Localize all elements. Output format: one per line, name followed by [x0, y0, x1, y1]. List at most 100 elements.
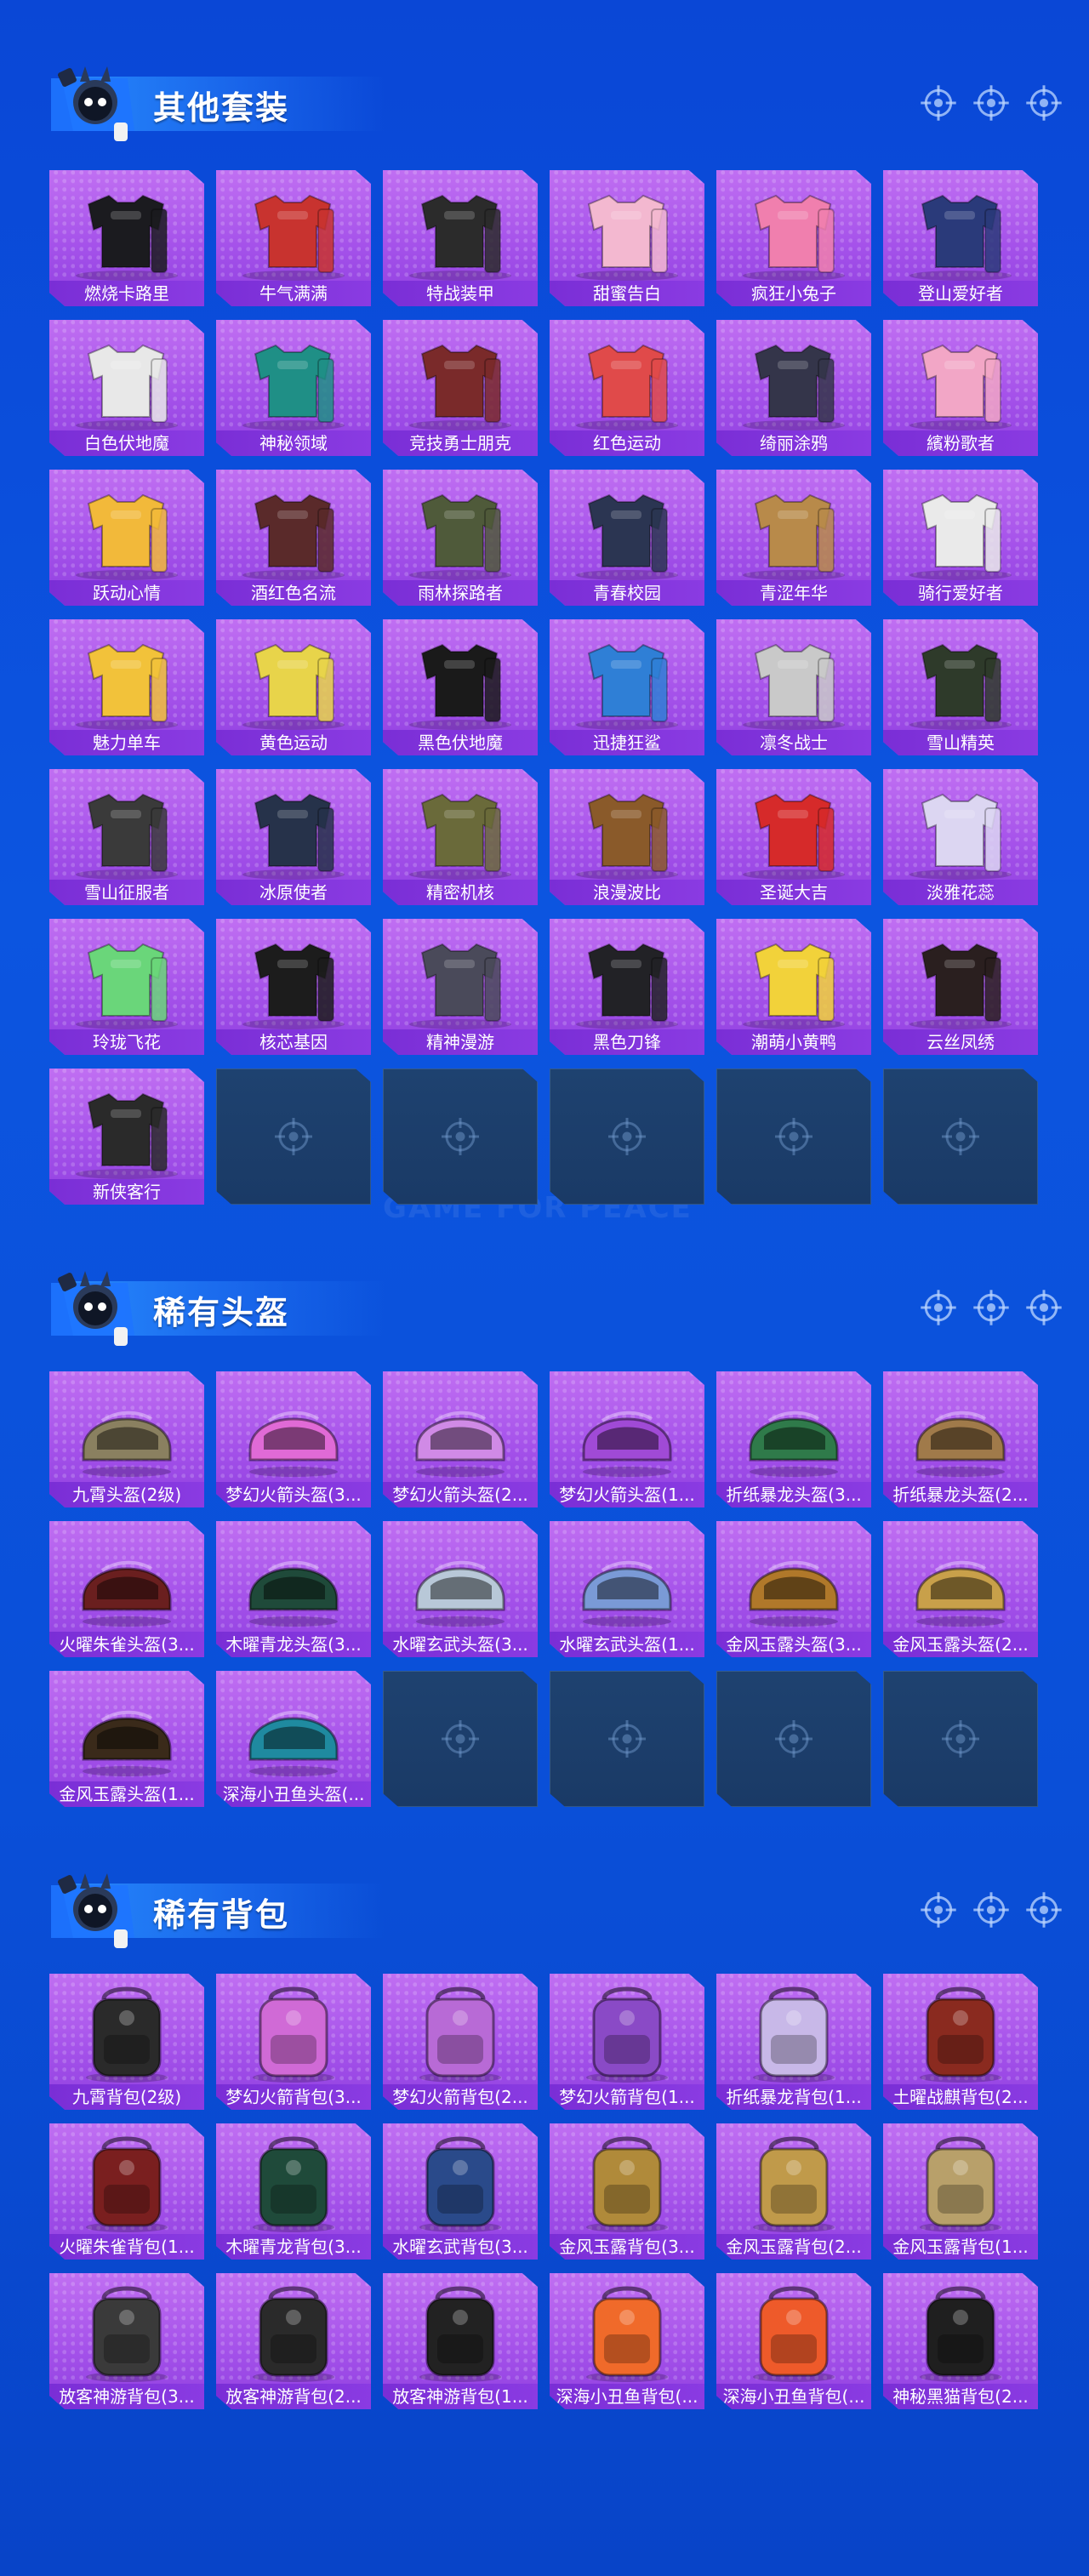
crosshair-icon: [921, 85, 956, 121]
empty-slot: [883, 1671, 1038, 1807]
item-card[interactable]: 梦幻火箭头盔(3...: [216, 1371, 371, 1507]
item-card[interactable]: 绮丽涂鸦: [716, 320, 871, 456]
item-card[interactable]: 特战装甲: [383, 170, 538, 306]
item-card[interactable]: 精神漫游: [383, 919, 538, 1055]
item-card[interactable]: 梦幻火箭头盔(1...: [550, 1371, 704, 1507]
item-card[interactable]: 牛气满满: [216, 170, 371, 306]
outfit-icon: [743, 194, 845, 281]
item-card[interactable]: 水曜玄武头盔(3...: [383, 1521, 538, 1657]
item-label: 折纸暴龙头盔(2...: [883, 1482, 1038, 1507]
item-card[interactable]: 凛冬战士: [716, 619, 871, 755]
mascot-icon: [51, 66, 134, 141]
item-label: 梦幻火箭头盔(1...: [550, 1482, 704, 1507]
item-card[interactable]: 金风玉露头盔(3...: [716, 1521, 871, 1657]
item-card[interactable]: 九霄背包(2级): [49, 1974, 204, 2110]
item-card[interactable]: 折纸暴龙背包(1...: [716, 1974, 871, 2110]
item-card[interactable]: 跃动心情: [49, 470, 204, 606]
item-card[interactable]: 金风玉露背包(2...: [716, 2123, 871, 2260]
section-header: 稀有背包: [26, 1860, 1063, 1953]
item-label: 梦幻火箭头盔(3...: [216, 1482, 371, 1507]
item-card[interactable]: 金风玉露背包(3...: [550, 2123, 704, 2260]
item-card[interactable]: 燃烧卡路里: [49, 170, 204, 306]
item-card[interactable]: 青春校园: [550, 470, 704, 606]
item-card[interactable]: 梦幻火箭背包(3...: [216, 1974, 371, 2110]
item-card[interactable]: 红色运动: [550, 320, 704, 456]
item-card[interactable]: 黑色刀锋: [550, 919, 704, 1055]
item-card[interactable]: 金风玉露头盔(2...: [883, 1521, 1038, 1657]
item-card[interactable]: 水曜玄武背包(3...: [383, 2123, 538, 2260]
outfit-icon: [743, 493, 845, 580]
item-card[interactable]: 骑行爱好者: [883, 470, 1038, 606]
item-label: 黄色运动: [216, 730, 371, 755]
outfit-icon: [909, 194, 1012, 281]
item-card[interactable]: 潮萌小黄鸭: [716, 919, 871, 1055]
item-card[interactable]: 雪山征服者: [49, 769, 204, 905]
item-card[interactable]: 金风玉露背包(1...: [883, 2123, 1038, 2260]
item-card[interactable]: 淡雅花蕊: [883, 769, 1038, 905]
item-label: 潮萌小黄鸭: [716, 1029, 871, 1055]
item-label: 燃烧卡路里: [49, 281, 204, 306]
item-card[interactable]: 梦幻火箭头盔(2...: [383, 1371, 538, 1507]
item-card[interactable]: 魅力单车: [49, 619, 204, 755]
item-card[interactable]: 放客神游背包(2...: [216, 2273, 371, 2409]
item-card[interactable]: 新侠客行: [49, 1069, 204, 1205]
item-card[interactable]: 疯狂小兔子: [716, 170, 871, 306]
item-card[interactable]: 云丝凤绣: [883, 919, 1038, 1055]
item-card[interactable]: 繽粉歌者: [883, 320, 1038, 456]
crosshair-icon: [921, 1892, 956, 1928]
backpack-icon: [920, 1986, 1001, 2083]
backpack-icon: [586, 2136, 668, 2232]
item-card[interactable]: 金风玉露头盔(1...: [49, 1671, 204, 1807]
item-card[interactable]: 深海小丑鱼头盔(...: [216, 1671, 371, 1807]
helmet-icon: [82, 1411, 172, 1477]
item-card[interactable]: 竞技勇士朋克: [383, 320, 538, 456]
item-label: 金风玉露背包(2...: [716, 2234, 871, 2260]
item-card[interactable]: 甜蜜告白: [550, 170, 704, 306]
item-card[interactable]: 登山爱好者: [883, 170, 1038, 306]
item-card[interactable]: 土曜战麒背包(2...: [883, 1974, 1038, 2110]
item-label: 骑行爱好者: [883, 580, 1038, 606]
item-card[interactable]: 圣诞大吉: [716, 769, 871, 905]
helmet-icon: [248, 1710, 339, 1776]
item-card[interactable]: 黄色运动: [216, 619, 371, 755]
item-card[interactable]: 木曜青龙头盔(3...: [216, 1521, 371, 1657]
helmet-icon: [82, 1710, 172, 1776]
item-card[interactable]: 冰原使者: [216, 769, 371, 905]
item-grid: 九霄头盔(2级) 梦幻火箭头盔(3... 梦幻火箭头盔(2... 梦幻火箭头盔(1..…: [49, 1371, 1038, 1807]
backpack-icon: [253, 2136, 334, 2232]
item-card[interactable]: 青涩年华: [716, 470, 871, 606]
item-card[interactable]: 折纸暴龙头盔(2...: [883, 1371, 1038, 1507]
item-card[interactable]: 核芯基因: [216, 919, 371, 1055]
crosshair-icon: [1026, 1290, 1062, 1325]
item-card[interactable]: 梦幻火箭背包(1...: [550, 1974, 704, 2110]
item-card[interactable]: 放客神游背包(3...: [49, 2273, 204, 2409]
crosshair-icon: [1026, 85, 1062, 121]
item-label: 玲珑飞花: [49, 1029, 204, 1055]
item-label: 雪山征服者: [49, 880, 204, 905]
item-card[interactable]: 折纸暴龙头盔(3...: [716, 1371, 871, 1507]
item-card[interactable]: 浪漫波比: [550, 769, 704, 905]
item-card[interactable]: 火曜朱雀背包(1...: [49, 2123, 204, 2260]
item-card[interactable]: 梦幻火箭背包(2...: [383, 1974, 538, 2110]
item-card[interactable]: 玲珑飞花: [49, 919, 204, 1055]
item-card[interactable]: 雪山精英: [883, 619, 1038, 755]
item-card[interactable]: 神秘领域: [216, 320, 371, 456]
item-card[interactable]: 雨林探路者: [383, 470, 538, 606]
item-card[interactable]: 白色伏地魔: [49, 320, 204, 456]
backpack-icon: [253, 1986, 334, 2083]
item-card[interactable]: 深海小丑鱼背包(...: [550, 2273, 704, 2409]
item-card[interactable]: 精密机核: [383, 769, 538, 905]
item-card[interactable]: 深海小丑鱼背包(...: [716, 2273, 871, 2409]
item-grid: 九霄背包(2级) 梦幻火箭背包(3... 梦幻火箭背包(2... 梦幻火箭背包(1..…: [49, 1974, 1038, 2409]
item-card[interactable]: 神秘黑猫背包(2...: [883, 2273, 1038, 2409]
item-card[interactable]: 木曜青龙背包(3...: [216, 2123, 371, 2260]
item-card[interactable]: 火曜朱雀头盔(3...: [49, 1521, 204, 1657]
item-card[interactable]: 放客神游背包(1...: [383, 2273, 538, 2409]
section-title: 其他套装: [153, 89, 290, 127]
item-card[interactable]: 黑色伏地魔: [383, 619, 538, 755]
item-card[interactable]: 酒红色名流: [216, 470, 371, 606]
header-target-icons: [919, 1890, 1063, 1929]
item-card[interactable]: 九霄头盔(2级): [49, 1371, 204, 1507]
item-card[interactable]: 水曜玄武头盔(1...: [550, 1521, 704, 1657]
item-card[interactable]: 迅捷狂鲨: [550, 619, 704, 755]
